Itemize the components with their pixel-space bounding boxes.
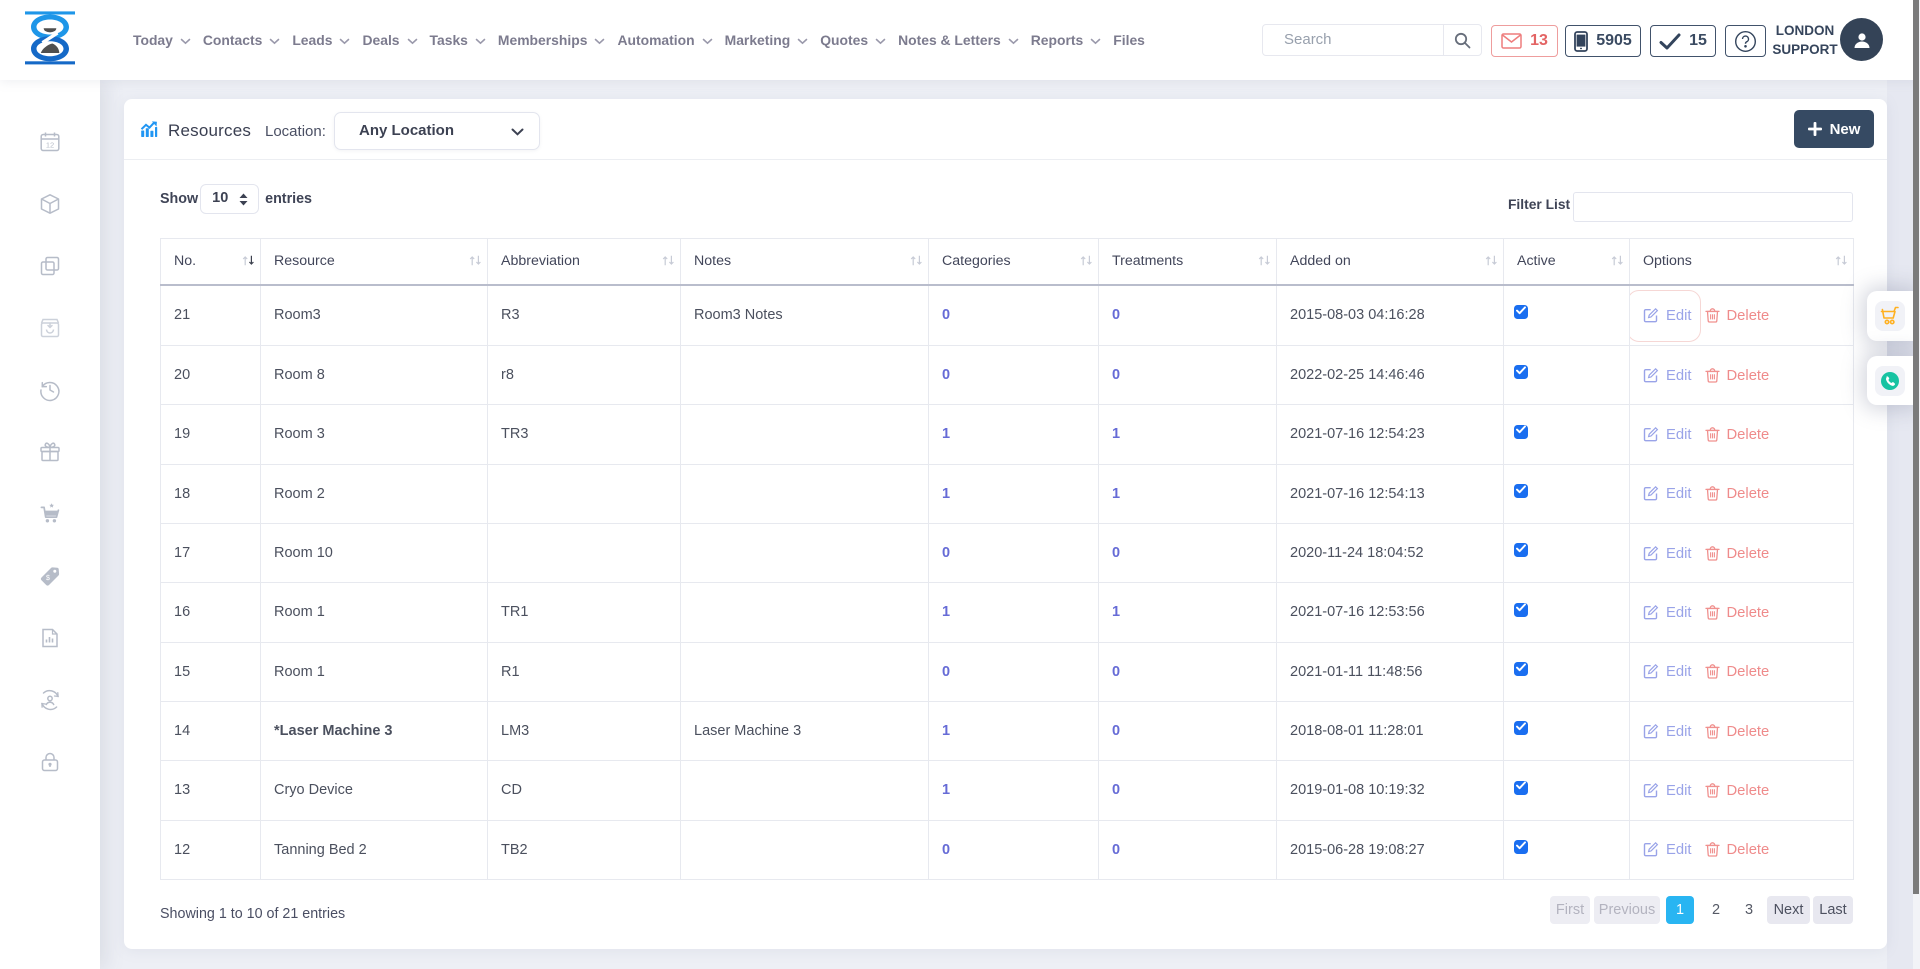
- svg-text:12: 12: [46, 141, 54, 150]
- svg-text:$: $: [46, 575, 50, 582]
